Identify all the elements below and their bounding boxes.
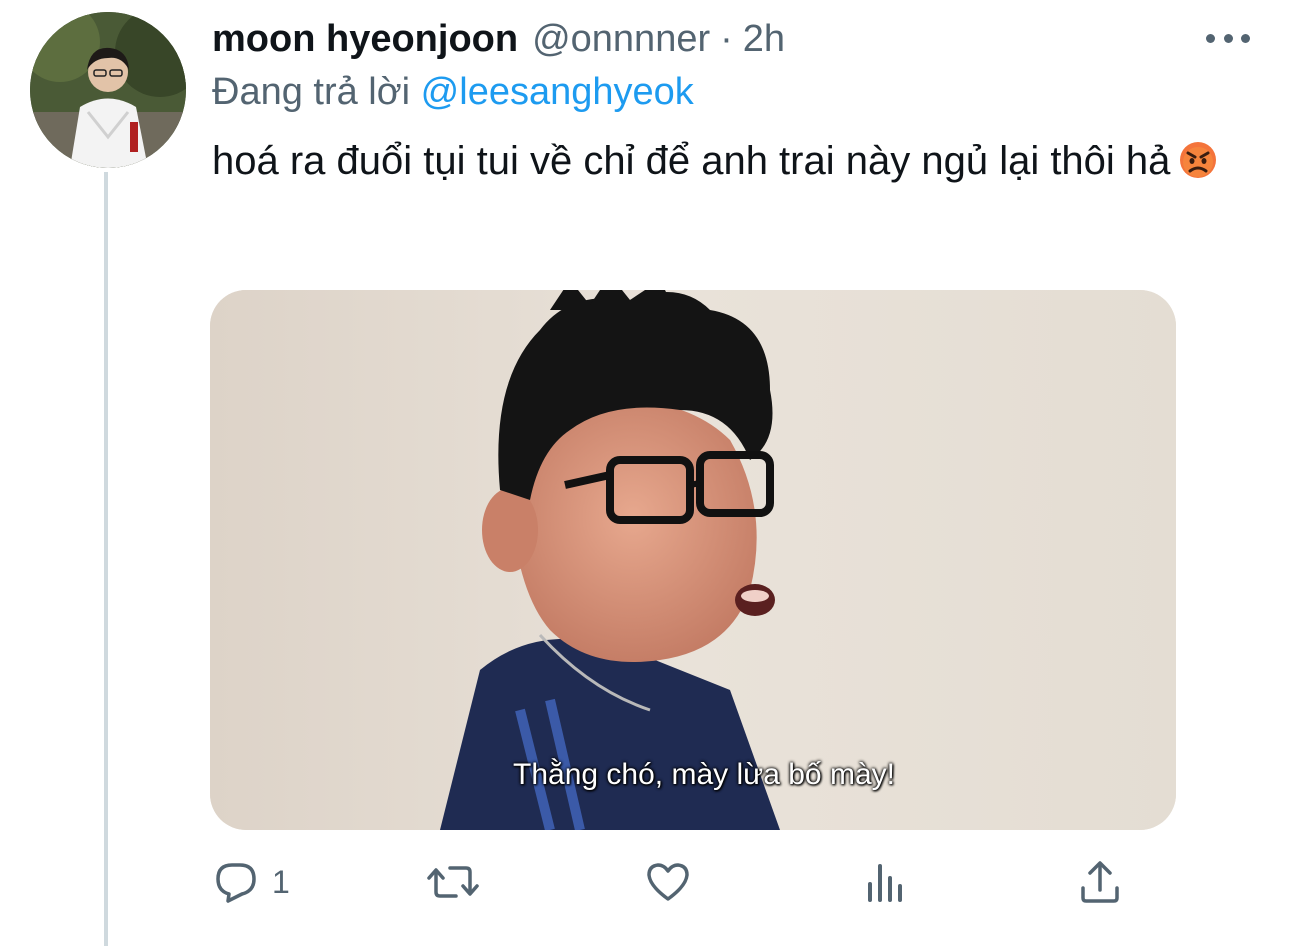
reply-bubble-icon: [216, 863, 256, 903]
bar-chart-icon: [868, 864, 902, 902]
analytics-button[interactable]: [862, 852, 910, 912]
separator-dot: ·: [720, 18, 733, 60]
angry-face-emoji: [1180, 142, 1217, 178]
media-image: [210, 290, 1176, 830]
tweet-media[interactable]: Thằng chó, mày lừa bố mày!: [210, 290, 1176, 830]
share-icon: [1081, 861, 1119, 903]
tweet-text-container: hoá ra đuổi tụi tui về chỉ để anh trai n…: [212, 130, 1252, 192]
avatar[interactable]: [30, 12, 186, 168]
thread-line: [104, 172, 108, 946]
tweet-actions: 1: [212, 852, 1142, 912]
replying-to: Đang trả lời @leesanghyeok: [212, 68, 694, 116]
retweet-icon: [427, 866, 479, 898]
tweet-timestamp[interactable]: 2h: [743, 14, 785, 64]
heart-icon: [647, 863, 689, 901]
reply-button[interactable]: 1: [212, 852, 290, 912]
author-handle[interactable]: @onnnner: [532, 14, 710, 64]
replying-to-label: Đang trả lời: [212, 71, 411, 113]
like-button[interactable]: [644, 852, 692, 912]
video-subtitle: Thằng chó, mày lừa bố mày!: [513, 758, 895, 791]
tweet-text: hoá ra đuổi tụi tui về chỉ để anh trai n…: [212, 139, 1171, 183]
tweet-header: moon hyeonjoon @onnnner · 2h: [212, 14, 785, 64]
share-button[interactable]: [1076, 852, 1124, 912]
author-name[interactable]: moon hyeonjoon: [212, 14, 518, 64]
tweet[interactable]: moon hyeonjoon @onnnner · 2h Đang trả lờ…: [0, 0, 1290, 946]
more-options-icon[interactable]: [1206, 26, 1250, 50]
reply-count: 1: [272, 863, 290, 900]
replying-to-mention[interactable]: @leesanghyeok: [421, 71, 694, 113]
retweet-button[interactable]: [426, 852, 480, 912]
